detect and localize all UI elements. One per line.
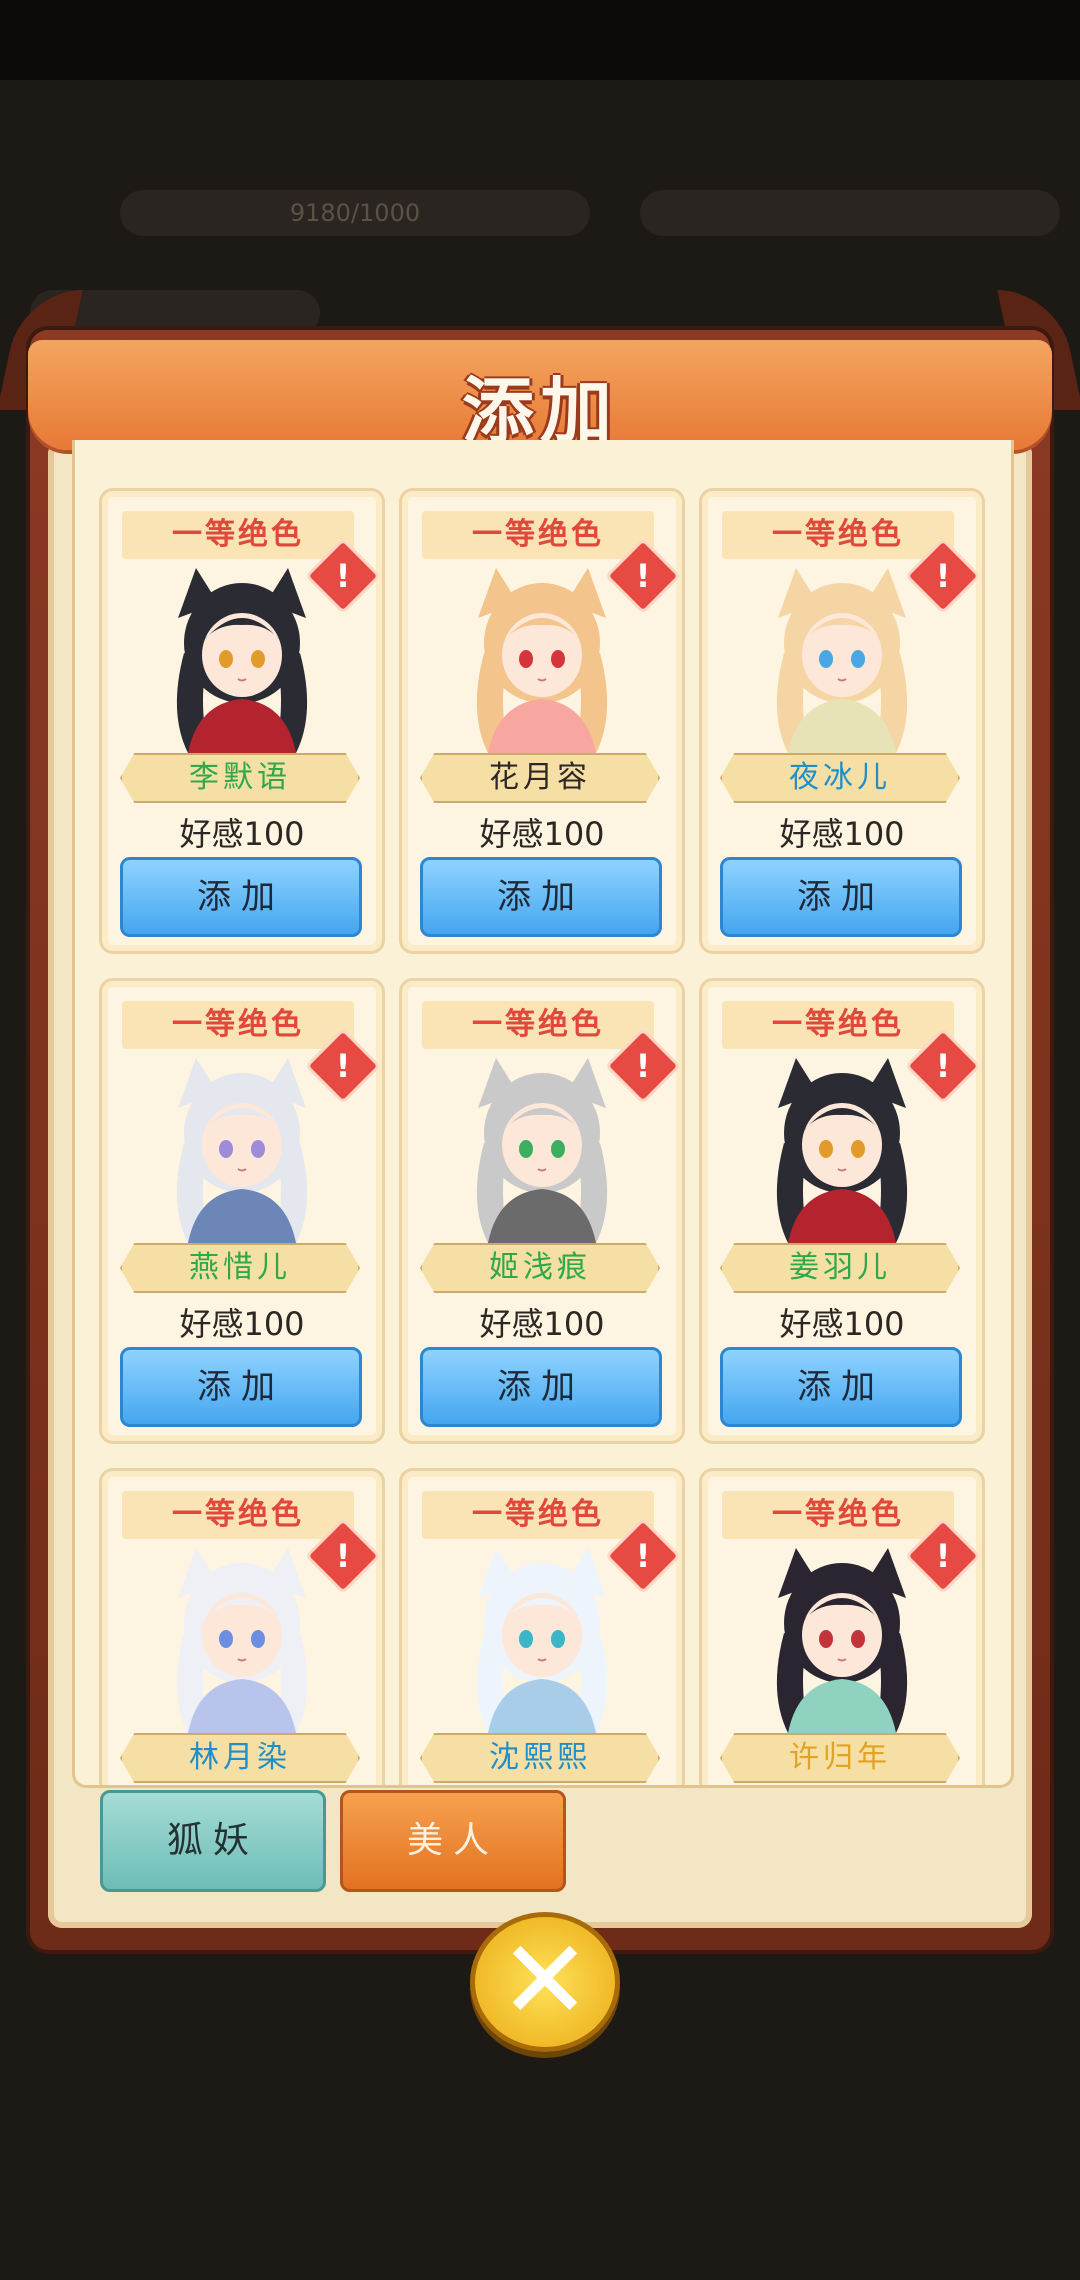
affinity-value: 好感100 [779,1305,905,1343]
affinity-value: 好感100 [479,815,605,853]
affinity-value: 好感100 [779,815,905,853]
character-name: 姜羽儿 [720,1243,960,1293]
character-portrait [176,1058,308,1243]
character-portrait [776,1058,908,1243]
add-button[interactable]: 添加 [420,1347,662,1427]
affinity-value: 好感100 [179,815,305,853]
add-button[interactable]: 添加 [720,1347,962,1427]
character-name: 花月容 [420,753,660,803]
character-portrait [176,1548,308,1733]
background-resource-bar: 9180/1000 [120,190,590,236]
tab-fox[interactable]: 狐妖 [100,1790,326,1892]
girl-card: 一等绝色! 姬浅痕 好感100 添加 [399,978,685,1444]
girl-card: 一等绝色! 夜冰儿 好感100 添加 [699,488,985,954]
background-resource-bar-2 [640,190,1060,236]
character-portrait [776,568,908,753]
card-grid-panel[interactable]: 一等绝色! 李默语 好感100 添加 一等绝色! 花月容 好感100 添加 一等绝色! 夜冰儿 好感… [72,440,1014,1788]
add-button[interactable]: 添加 [120,1347,362,1427]
girl-card: 一等绝色! 花月容 好感100 添加 [399,488,685,954]
affinity-value: 好感100 [479,1305,605,1343]
character-name: 李默语 [120,753,360,803]
close-button[interactable]: ✕ [470,1912,620,2052]
girl-card: 一等绝色! 林月染 [99,1468,385,1785]
girl-card: 一等绝色! 姜羽儿 好感100 添加 [699,978,985,1444]
girl-card: 一等绝色! 许归年 [699,1468,985,1785]
character-portrait [776,1548,908,1733]
girl-card: 一等绝色! 沈熙熙 [399,1468,685,1785]
character-name: 许归年 [720,1733,960,1783]
add-button[interactable]: 添加 [420,857,662,937]
close-x-icon: ✕ [498,1916,592,2044]
character-portrait [476,568,608,753]
card-grid: 一等绝色! 李默语 好感100 添加 一等绝色! 花月容 好感100 添加 一等绝色! 夜冰儿 好感… [99,488,999,1785]
add-button[interactable]: 添加 [720,857,962,937]
status-bar-area [0,0,1080,80]
character-name: 林月染 [120,1733,360,1783]
girl-card: 一等绝色! 李默语 好感100 添加 [99,488,385,954]
character-portrait [476,1548,608,1733]
character-name: 夜冰儿 [720,753,960,803]
character-name: 姬浅痕 [420,1243,660,1293]
character-name: 沈熙熙 [420,1733,660,1783]
tab-beauty[interactable]: 美人 [340,1790,566,1892]
character-portrait [176,568,308,753]
add-button[interactable]: 添加 [120,857,362,937]
girl-card: 一等绝色! 燕惜儿 好感100 添加 [99,978,385,1444]
character-name: 燕惜儿 [120,1243,360,1293]
affinity-value: 好感100 [179,1305,305,1343]
character-portrait [476,1058,608,1243]
